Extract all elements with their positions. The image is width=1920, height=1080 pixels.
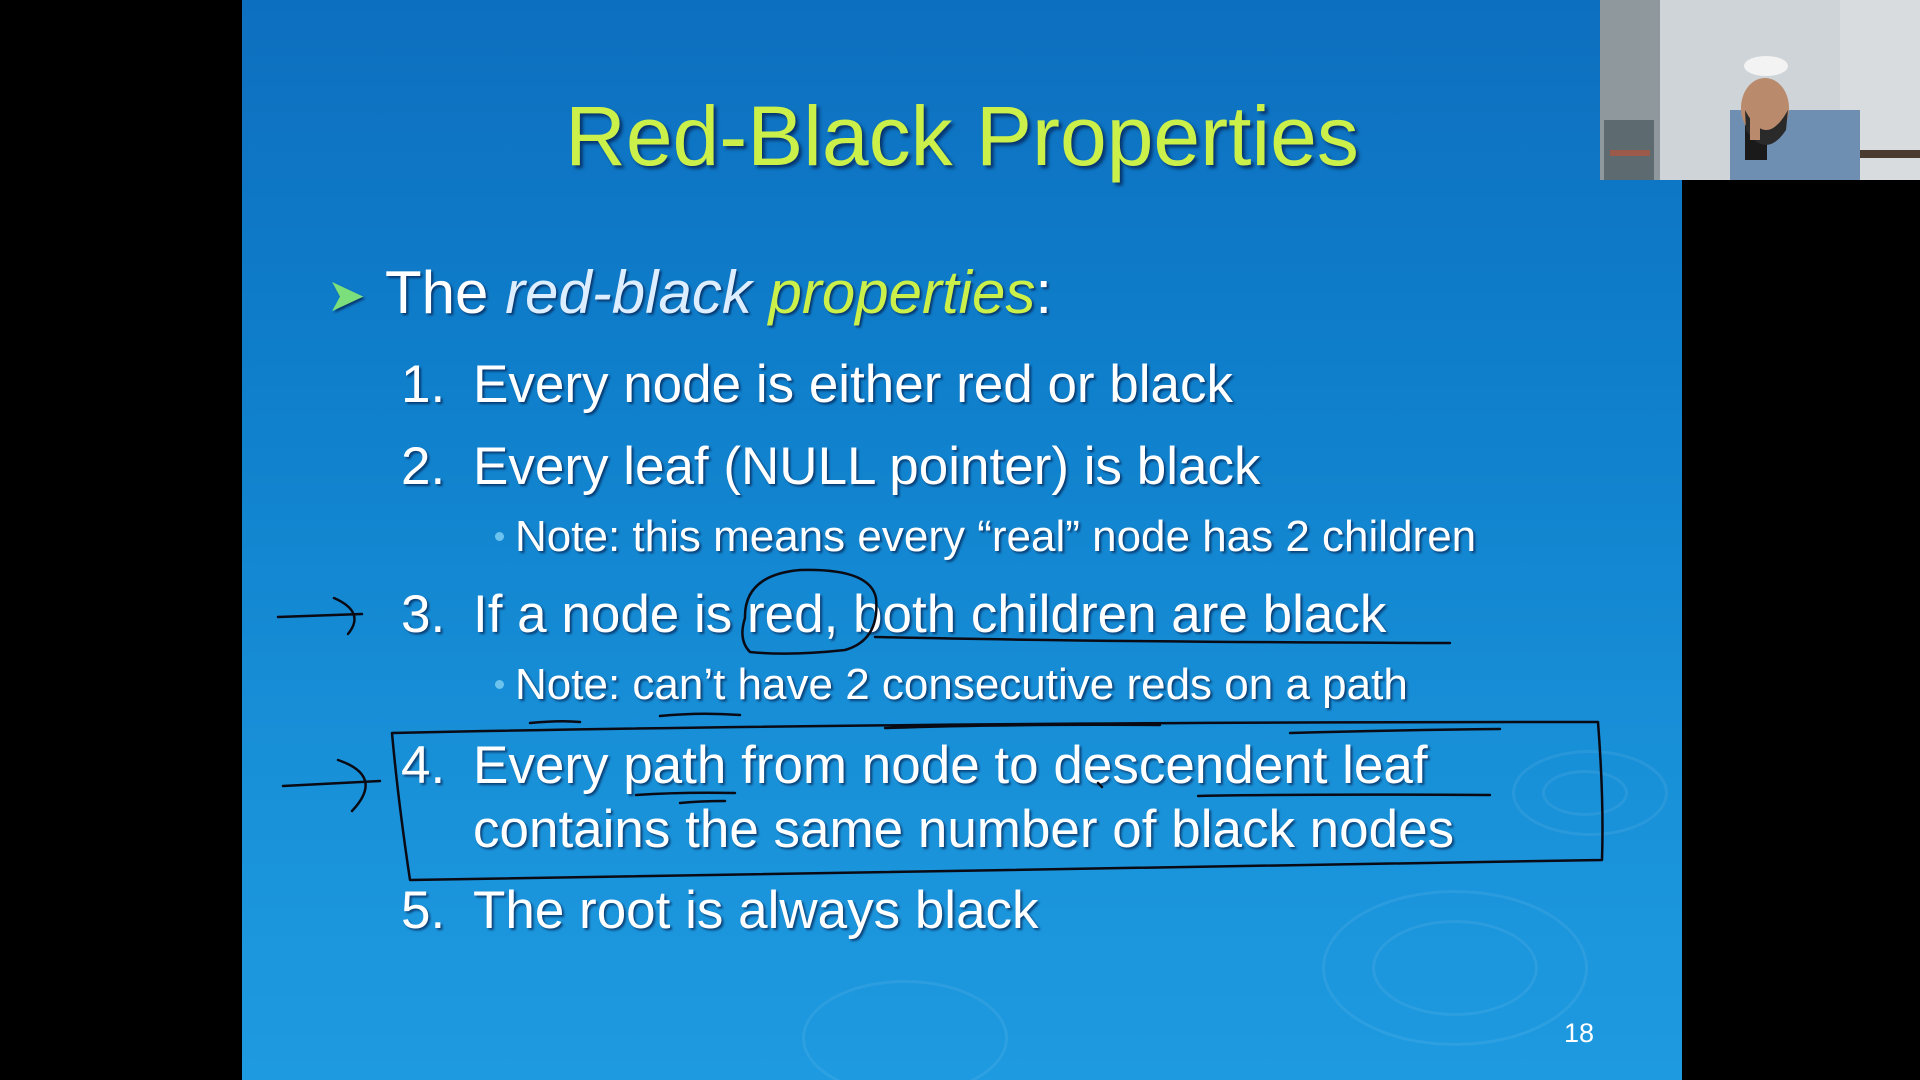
ink-circle-red — [741, 568, 878, 655]
ink-underline-note-3 — [528, 719, 582, 725]
ink-underline-path — [634, 791, 737, 797]
ink-underline-leaf — [1196, 793, 1492, 798]
ink-box-item-4 — [390, 720, 1604, 882]
ink-arrow-item-3 — [276, 612, 364, 619]
ink-annotations — [276, 568, 1604, 882]
ink-underline-item-3 — [873, 635, 1452, 645]
